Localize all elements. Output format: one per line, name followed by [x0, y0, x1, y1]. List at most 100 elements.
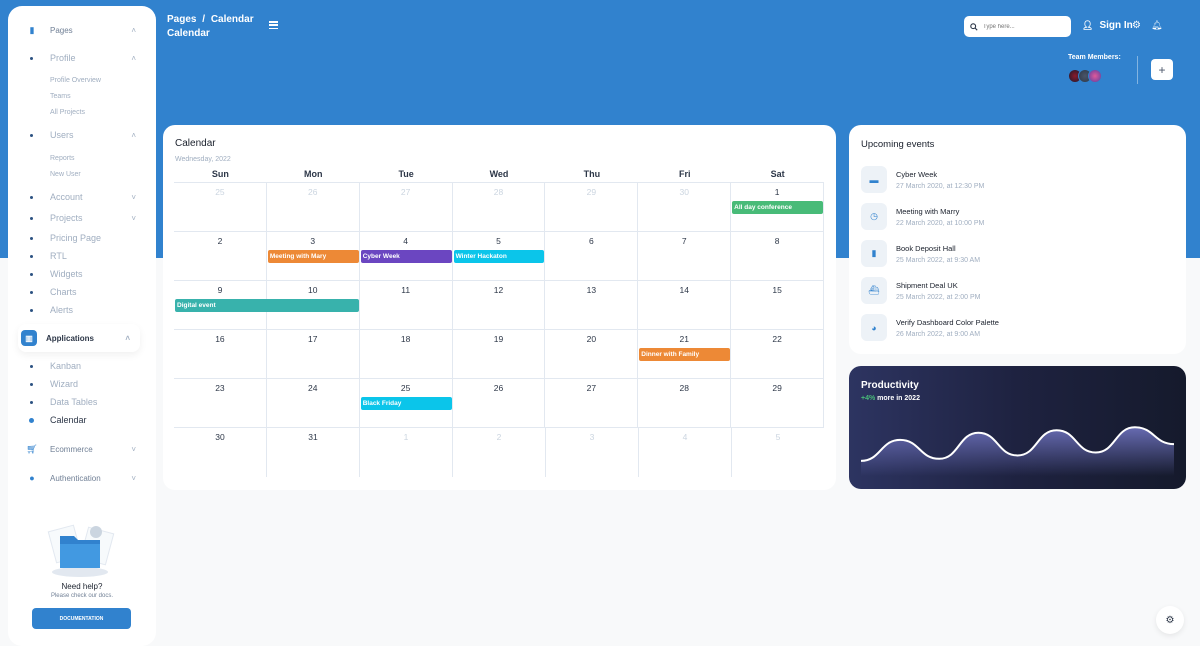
calendar-day-cell[interactable]: 5 — [732, 428, 824, 477]
day-number: 19 — [493, 334, 504, 344]
calendar-day-cell[interactable]: 8 — [731, 232, 825, 280]
upcoming-event-item[interactable]: ◕ Verify Dashboard Color Palette 26 March … — [861, 314, 1161, 341]
sidebar-section-label: Applications — [46, 333, 95, 343]
calendar-day-cell[interactable]: 29 — [731, 379, 825, 427]
sidebar-section-pages[interactable]: ▮ Pages ˄ — [26, 24, 136, 36]
sidebar-item-rtl[interactable]: RTL — [30, 251, 136, 261]
calendar-event[interactable]: All day conference — [732, 201, 823, 214]
upcoming-event-item[interactable]: ▮ Book Deposit Hall 25 March 2022, at 9:30… — [861, 240, 1161, 267]
search-box[interactable] — [964, 16, 1071, 37]
upcoming-event-item[interactable]: ⛴ Shipment Deal UK 25 March 2022, at 2:00 … — [861, 277, 1161, 304]
calendar-day-cell[interactable]: 28 — [638, 379, 732, 427]
calendar-event[interactable]: Dinner with Family — [639, 348, 731, 361]
weekday-label: Fri — [678, 169, 691, 179]
sidebar-sub-profile-overview[interactable]: Profile Overview — [50, 77, 101, 84]
sidebar-item-pricing-page[interactable]: Pricing Page — [30, 233, 136, 243]
search-input[interactable] — [983, 23, 1063, 30]
breadcrumb-root[interactable]: Pages — [167, 14, 196, 25]
calendar-day-cell[interactable]: 3 — [546, 428, 639, 477]
divider — [1137, 56, 1138, 84]
chevron-up-icon: ˄ — [125, 333, 130, 343]
day-number: 27 — [586, 383, 597, 393]
event-name: Meeting with Marry — [896, 206, 960, 216]
calendar-day-cell[interactable]: 13 — [545, 281, 639, 329]
calendar-event[interactable]: Winter Hackaton — [453, 250, 545, 263]
avatar[interactable] — [1088, 69, 1102, 83]
weekday-label: Thu — [583, 169, 601, 179]
calendar-event[interactable]: Digital event — [175, 299, 359, 312]
calendar-day-cell[interactable]: 26 — [453, 379, 546, 427]
calendar-day-cell[interactable]: 11 — [360, 281, 453, 329]
calendar-day-cell[interactable]: 30 — [174, 428, 267, 477]
day-number: 11 — [401, 285, 411, 295]
sidebar-sub-teams[interactable]: Teams — [50, 93, 71, 100]
calendar-day-cell[interactable]: 31 — [267, 428, 360, 477]
calendar-week-row: 16 17 18 19 20 21 22 Dinner with Family — [174, 330, 825, 379]
sidebar-item-kanban[interactable]: Kanban — [30, 361, 136, 371]
sidebar-item-label: Wizard — [50, 379, 79, 389]
bullet-icon — [30, 364, 33, 368]
calendar-day-cell[interactable]: 26 — [267, 183, 360, 231]
calendar-day-cell[interactable]: 28 — [453, 183, 546, 231]
calendar-day-cell[interactable]: 22 — [731, 330, 825, 378]
weekday-label: Sun — [211, 169, 229, 179]
weekday-label: Sat — [770, 169, 785, 179]
sidebar-item-charts[interactable]: Charts — [30, 287, 136, 297]
calendar-day-cell[interactable]: 17 — [267, 330, 360, 378]
documentation-button[interactable]: DOCUMENTATION — [32, 608, 131, 629]
calendar-day-cell[interactable]: 27 — [360, 183, 453, 231]
sidebar-sub-all-projects[interactable]: All Projects — [50, 109, 85, 116]
event-date: 26 March 2022, at 9:00 AM — [896, 330, 981, 338]
sidebar: ▮ Pages ˄ Profile ˄ Profile Overview Tea… — [8, 6, 156, 646]
sidebar-sub-reports[interactable]: Reports — [50, 155, 75, 162]
sidebar-item-widgets[interactable]: Widgets — [30, 269, 136, 279]
calendar-day-cell[interactable]: 6 — [545, 232, 639, 280]
person-icon: ● — [29, 473, 35, 483]
calendar-day-cell[interactable]: 18 — [360, 330, 453, 378]
sidebar-section-authentication[interactable]: ● Authentication ˅ — [26, 472, 136, 484]
calendar-day-cell[interactable]: 29 — [545, 183, 639, 231]
sidebar-item-wizard[interactable]: Wizard — [30, 379, 136, 389]
calendar-day-cell[interactable]: 27 — [545, 379, 639, 427]
calendar-day-cell[interactable]: 30 — [638, 183, 732, 231]
sidebar-item-users[interactable]: Users ˄ — [30, 130, 136, 140]
calendar-event[interactable]: Meeting with Mary — [267, 250, 359, 263]
calendar-event[interactable]: Cyber Week — [360, 250, 452, 263]
calendar-day-cell[interactable]: 1 — [360, 428, 453, 477]
calendar-event[interactable]: Black Friday — [360, 397, 452, 410]
sidebar-item-alerts[interactable]: Alerts — [30, 305, 136, 315]
day-number: 25 — [215, 187, 225, 197]
calendar-day-cell[interactable]: 24 — [267, 379, 360, 427]
notification-bell-icon[interactable]: 🔔︎ — [1151, 20, 1162, 31]
sidebar-section-ecommerce[interactable]: 🛒︎ Ecommerce ˅ — [26, 443, 136, 455]
productivity-card: Productivity +4% more in 2022 — [849, 366, 1186, 489]
sidebar-item-data-tables[interactable]: Data Tables — [30, 397, 136, 407]
sign-in-link[interactable]: 👤︎ Sign In — [1082, 20, 1133, 31]
sidebar-section-applications[interactable]: ▥ Applications ˄ — [18, 324, 140, 352]
calendar-subtitle: Wednesday, 2022 — [175, 156, 231, 163]
floating-settings-button[interactable]: ⚙ — [1156, 606, 1184, 634]
add-member-button[interactable]: + — [1151, 59, 1173, 80]
calendar-day-cell[interactable]: 7 — [638, 232, 732, 280]
calendar-day-cell[interactable]: 19 — [453, 330, 546, 378]
calendar-day-cell[interactable]: 4 — [639, 428, 732, 477]
upcoming-event-item[interactable]: ◷ Meeting with Marry 22 March 2020, at 10:… — [861, 203, 1161, 230]
sidebar-item-profile[interactable]: Profile ˄ — [30, 53, 136, 63]
calendar-day-cell[interactable]: 20 — [545, 330, 639, 378]
sidebar-item-label: Alerts — [50, 305, 74, 315]
upcoming-event-item[interactable]: ▬ Cyber Week 27 March 2020, at 12:30 PM — [861, 166, 1161, 193]
calendar-day-cell[interactable]: 2 — [174, 232, 267, 280]
calendar-day-cell[interactable]: 16 — [174, 330, 267, 378]
calendar-day-cell[interactable]: 12 — [453, 281, 546, 329]
calendar-day-cell[interactable]: 25 — [174, 183, 267, 231]
sidebar-item-account[interactable]: Account ˅ — [30, 192, 136, 202]
sidebar-sub-new-user[interactable]: New User — [50, 171, 81, 178]
calendar-day-cell[interactable]: 2 — [453, 428, 546, 477]
hamburger-menu-icon[interactable] — [269, 21, 278, 29]
calendar-day-cell[interactable]: 15 — [731, 281, 825, 329]
calendar-day-cell[interactable]: 14 — [638, 281, 732, 329]
settings-gear-icon[interactable]: ⚙ — [1132, 20, 1141, 31]
sidebar-item-calendar[interactable]: Calendar — [29, 415, 136, 425]
calendar-day-cell[interactable]: 23 — [174, 379, 267, 427]
sidebar-item-projects[interactable]: Projects ˅ — [30, 213, 136, 223]
